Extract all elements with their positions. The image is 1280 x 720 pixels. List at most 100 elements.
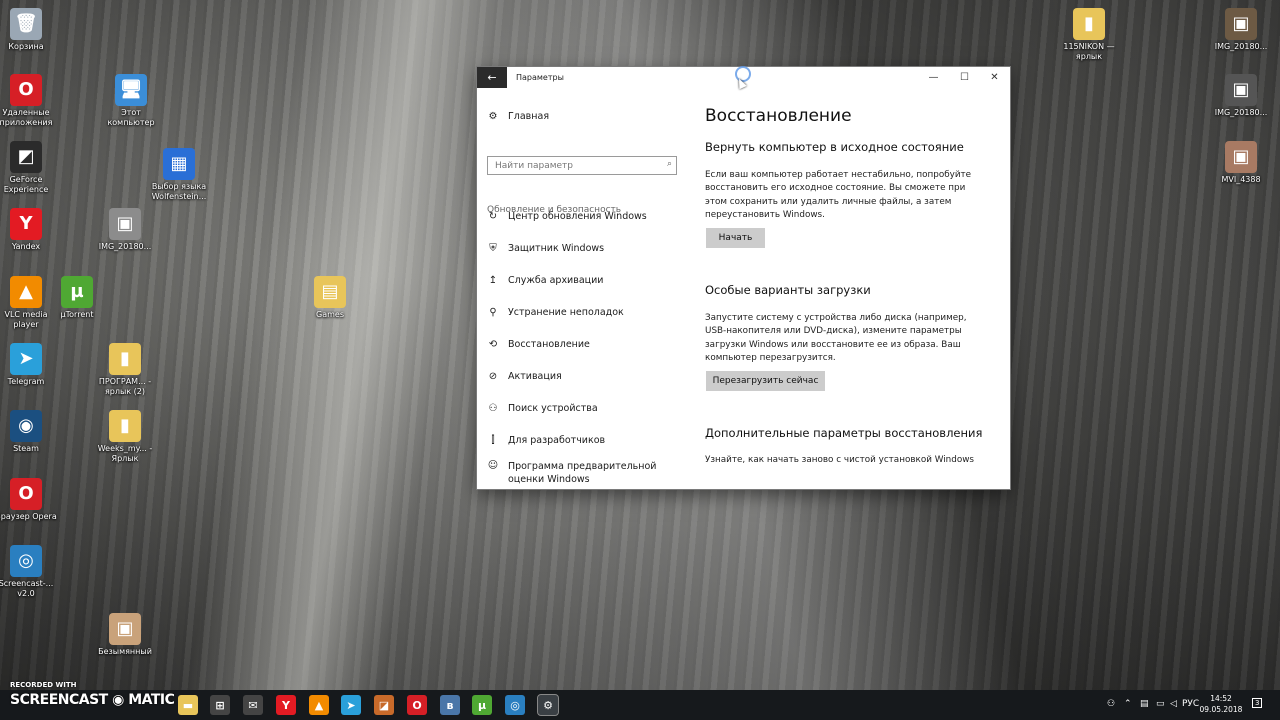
developer-icon: ⫿ bbox=[491, 434, 495, 446]
desktop-icon-label: IMG_20180... bbox=[1214, 108, 1268, 117]
programs-shortcut-icon: ▮ bbox=[109, 343, 141, 375]
geforce-experience-icon: ◩ bbox=[10, 141, 42, 173]
nav-item-activation[interactable]: ⊘ Активация bbox=[487, 368, 562, 384]
locate-icon: ⚇ bbox=[488, 402, 498, 414]
start-button[interactable]: Начать bbox=[706, 228, 765, 248]
nav-item-insider-program[interactable]: ☺ Программа предварительной оценки Window… bbox=[487, 460, 687, 488]
desktop-icon-this-pc[interactable]: 🖥 Этот компьютер bbox=[99, 74, 163, 128]
upload-icon: ↥ bbox=[488, 274, 498, 286]
recovery-content: Восстановление Вернуть компьютер в исход… bbox=[705, 88, 995, 489]
taskbar-file-explorer-icon[interactable]: ▬ bbox=[178, 695, 198, 715]
nav-item-for-developers[interactable]: ⫿ Для разработчиков bbox=[487, 432, 605, 448]
nikon-shortcut-icon: ▮ bbox=[1073, 8, 1105, 40]
desktop-icon-games-folder[interactable]: ▤ Games bbox=[298, 276, 362, 320]
maximize-button[interactable]: ☐ bbox=[949, 67, 980, 88]
desktop-icon-img-photo-3[interactable]: ▣ IMG_20180... bbox=[1209, 74, 1273, 118]
taskbar-vlc-icon[interactable]: ▲ bbox=[309, 695, 329, 715]
desktop-icon-mvi-video[interactable]: ▣ MVI_4388 bbox=[1209, 141, 1273, 185]
nav-item-windows-defender[interactable]: ⛨ Защитник Windows bbox=[487, 240, 604, 256]
img-photo-icon: ▣ bbox=[109, 208, 141, 240]
network-icon[interactable]: ▤ bbox=[1140, 699, 1149, 709]
close-button[interactable]: ✕ bbox=[979, 67, 1010, 88]
desktop-icon-programs-shortcut[interactable]: ▮ ПРОГРАМ... - ярлык (2) bbox=[93, 343, 157, 397]
people-icon[interactable]: ⚇ bbox=[1107, 699, 1115, 709]
yandex-icon: Y bbox=[10, 208, 42, 240]
action-center-icon[interactable]: 3 bbox=[1252, 698, 1263, 708]
window-title: Параметры bbox=[516, 73, 564, 82]
taskbar-app-orange-icon[interactable]: ◪ bbox=[374, 695, 394, 715]
nav-item-label: Защитник Windows bbox=[508, 242, 605, 254]
nav-item-backup[interactable]: ↥ Служба архивации bbox=[487, 272, 604, 288]
vlc-player-icon: ▲ bbox=[10, 276, 42, 308]
screencast-o-matic-icon: ◎ bbox=[10, 545, 42, 577]
search-placeholder: Найти параметр bbox=[495, 160, 573, 171]
shield-icon: ⛨ bbox=[489, 242, 497, 254]
desktop-icon-label: Выбор языка Wolfenstein... bbox=[151, 182, 207, 201]
desktop-icon-nikon-shortcut[interactable]: ▮ 115NIKON — ярлык bbox=[1057, 8, 1121, 62]
desktop-icon-utorrent[interactable]: µ µTorrent bbox=[45, 276, 109, 320]
back-button[interactable]: ← bbox=[477, 67, 507, 88]
desktop-icon-label: MVI_4388 bbox=[1221, 175, 1261, 184]
nav-item-label: Для разработчиков bbox=[508, 434, 606, 446]
advanced-boot-description: Запустите систему с устройства либо диск… bbox=[705, 313, 967, 363]
desktop-icon-label: IMG_20180... bbox=[98, 242, 152, 251]
taskbar-mail-icon[interactable]: ✉ bbox=[243, 695, 263, 715]
taskbar-settings-icon[interactable]: ⚙ bbox=[537, 694, 559, 716]
battery-icon[interactable]: ▭ bbox=[1156, 699, 1165, 709]
desktop-icon-telegram[interactable]: ➤ Telegram bbox=[0, 343, 58, 387]
desktop-icon-label: Weeks_my... - Ярлык bbox=[97, 444, 153, 463]
refresh-icon: ↻ bbox=[488, 210, 498, 222]
clock[interactable]: 14:52 09.05.2018 bbox=[1196, 693, 1246, 715]
restart-now-button[interactable]: Перезагрузить сейчас bbox=[706, 371, 825, 391]
desktop-icon-steam[interactable]: ◉ Steam bbox=[0, 410, 58, 454]
taskbar-utorrent-icon[interactable]: µ bbox=[472, 695, 492, 715]
desktop-icon-img-photo[interactable]: ▣ IMG_20180... bbox=[93, 208, 157, 252]
tray-chevron-icon[interactable]: ⌃ bbox=[1124, 699, 1132, 709]
insider-icon: ☺ bbox=[487, 460, 499, 471]
advanced-boot-heading: Особые варианты загрузки bbox=[705, 283, 871, 297]
telegram-icon: ➤ bbox=[10, 343, 42, 375]
taskbar-screencast-icon[interactable]: ◎ bbox=[505, 695, 525, 715]
img-photo-2-icon: ▣ bbox=[1225, 8, 1257, 40]
mvi-video-icon: ▣ bbox=[1225, 141, 1257, 173]
settings-window: ← Параметры — ☐ ✕ ⚙ Главная Найти параме… bbox=[477, 67, 1010, 489]
nav-item-recovery[interactable]: ⟲ Восстановление bbox=[487, 336, 590, 352]
nav-item-windows-update[interactable]: ↻ Центр обновления Windows bbox=[487, 208, 647, 224]
taskbar-store-icon[interactable]: ⊞ bbox=[210, 695, 230, 715]
nav-item-label: Программа предварительной оценки Windows bbox=[507, 461, 657, 485]
weeks-shortcut-icon: ▮ bbox=[109, 410, 141, 442]
desktop-icon-wolfenstein-language[interactable]: ▦ Выбор языка Wolfenstein... bbox=[147, 148, 211, 202]
desktop-icon-yandex[interactable]: Y Yandex bbox=[0, 208, 58, 252]
taskbar-vk-icon[interactable]: в bbox=[440, 695, 460, 715]
desktop-icon-label: Screencast-... v2.0 bbox=[0, 579, 54, 598]
clean-install-link[interactable]: Узнайте, как начать заново с чистой уста… bbox=[705, 454, 987, 467]
desktop-icon-label: Корзина bbox=[8, 42, 44, 51]
desktop-icon-screencast-o-matic[interactable]: ◎ Screencast-... v2.0 bbox=[0, 545, 58, 599]
desktop-icon-weeks-shortcut[interactable]: ▮ Weeks_my... - Ярлык bbox=[93, 410, 157, 464]
nav-home[interactable]: ⚙ Главная bbox=[487, 108, 550, 124]
nav-home-label: Главная bbox=[508, 110, 550, 122]
volume-icon[interactable]: ◁ bbox=[1170, 699, 1177, 709]
nav-item-label: Восстановление bbox=[508, 338, 590, 350]
remote-apps-icon: O bbox=[10, 74, 42, 106]
taskbar-yandex-icon[interactable]: Y bbox=[276, 695, 296, 715]
taskbar-opera-icon[interactable]: O bbox=[407, 695, 427, 715]
nav-item-find-my-device[interactable]: ⚇ Поиск устройства bbox=[487, 400, 598, 416]
nav-item-troubleshoot[interactable]: ⚲ Устранение неполадок bbox=[487, 304, 624, 320]
search-input[interactable]: Найти параметр ⌕ bbox=[487, 156, 677, 175]
desktop-icon-label: Telegram bbox=[7, 377, 45, 386]
desktop-icon-opera-browser[interactable]: O Браузер Opera bbox=[0, 478, 58, 522]
desktop-icon-geforce-experience[interactable]: ◩ GeForce Experience bbox=[0, 141, 58, 195]
desktop-icon-remote-apps[interactable]: O Удаленные приложения bbox=[0, 74, 58, 128]
nav-item-label: Устранение неполадок bbox=[508, 306, 624, 318]
steam-icon: ◉ bbox=[10, 410, 42, 442]
unnamed-file-icon: ▣ bbox=[109, 613, 141, 645]
taskbar-telegram-icon[interactable]: ➤ bbox=[341, 695, 361, 715]
search-icon[interactable]: ⌕ bbox=[667, 159, 672, 169]
desktop-icon-unnamed-file[interactable]: ▣ Безымянный bbox=[93, 613, 157, 657]
settings-nav: ⚙ Главная Найти параметр ⌕ Обновление и … bbox=[477, 88, 687, 489]
minimize-button[interactable]: — bbox=[918, 67, 949, 88]
desktop-icon-img-photo-2[interactable]: ▣ IMG_20180... bbox=[1209, 8, 1273, 52]
desktop-icon-recycle-bin[interactable]: 🗑 Корзина bbox=[0, 8, 58, 52]
desktop-icon-label: Безымянный bbox=[98, 647, 152, 656]
